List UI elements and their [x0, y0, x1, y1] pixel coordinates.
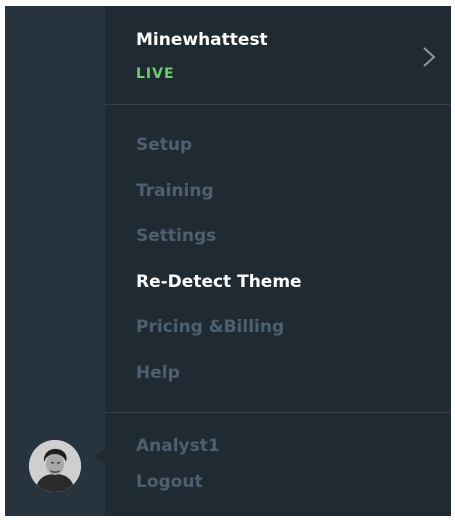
menu-item-help[interactable]: Help: [136, 359, 302, 405]
user-divider: [105, 412, 451, 413]
chevron-right-icon[interactable]: [421, 46, 437, 68]
user-avatar[interactable]: [29, 440, 81, 492]
menu-item-re-detect-theme[interactable]: Re-Detect Theme: [136, 268, 302, 314]
user-name: Analyst1: [136, 436, 220, 456]
account-menu-panel: Minewhattest LIVE Setup Training Setting…: [5, 6, 451, 516]
avatar-portrait-icon: [29, 440, 81, 492]
left-rail: [5, 6, 105, 516]
app-status-badge: LIVE: [136, 66, 175, 82]
menu-pointer-arrow: [93, 450, 105, 464]
logout-link[interactable]: Logout: [136, 472, 203, 492]
menu-item-setup[interactable]: Setup: [136, 131, 302, 177]
main-menu: Setup Training Settings Re-Detect Theme …: [136, 131, 302, 404]
menu-item-pricing-billing[interactable]: Pricing &Billing: [136, 313, 302, 359]
menu-item-training[interactable]: Training: [136, 177, 302, 223]
header-divider: [105, 104, 451, 105]
menu-content: Minewhattest LIVE Setup Training Setting…: [105, 6, 451, 516]
menu-item-settings[interactable]: Settings: [136, 222, 302, 268]
app-name: Minewhattest: [136, 30, 268, 50]
app-switcher[interactable]: Minewhattest LIVE: [105, 6, 451, 104]
